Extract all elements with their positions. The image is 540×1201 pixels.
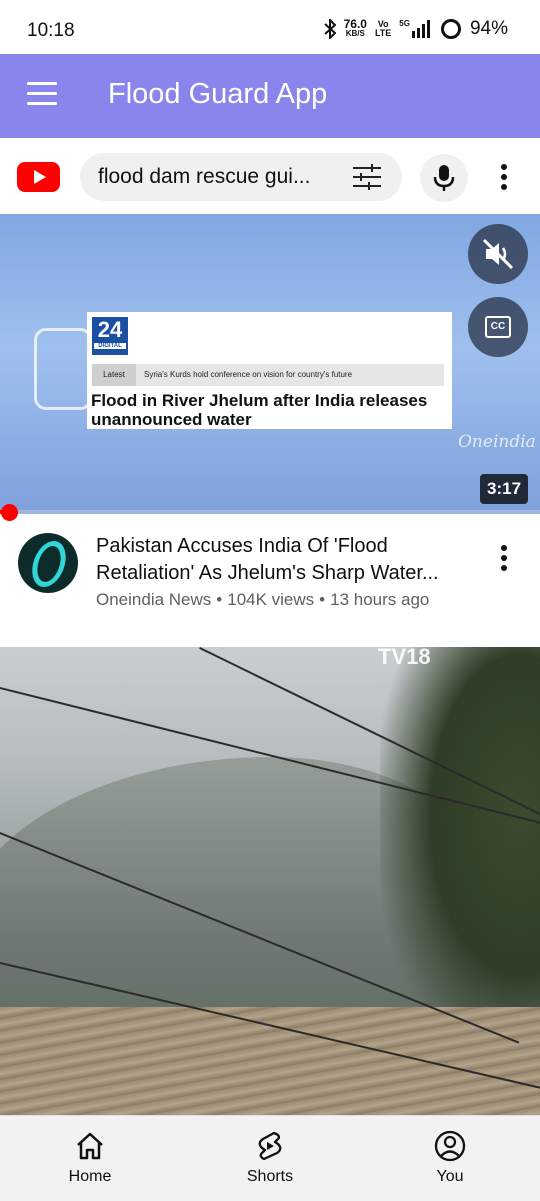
scrubber-handle[interactable]: [1, 504, 18, 521]
shorts-icon: [258, 1131, 282, 1161]
app-title: Flood Guard App: [108, 78, 328, 110]
battery-icon: [440, 19, 461, 39]
network-type: 5G: [399, 18, 410, 28]
video-more-options-icon[interactable]: [494, 543, 514, 573]
more-options-icon[interactable]: [494, 162, 514, 192]
mute-button[interactable]: [468, 224, 528, 284]
bottom-navigation: Home Shorts You: [0, 1115, 540, 1201]
home-icon: [77, 1132, 103, 1160]
flood-water-scene: [0, 1007, 540, 1115]
status-icons: 76.0 KB/S Vo LTE 5G 94%: [323, 17, 508, 40]
separator: •: [216, 590, 223, 609]
upload-age: 13 hours ago: [330, 590, 430, 609]
video-thumbnail[interactable]: 24 DIGITAL Latest Syria's Kurds hold con…: [0, 214, 540, 512]
video-metadata: Oneindia News • 104K views • 13 hours ago: [96, 590, 429, 610]
ticker-text: Syria's Kurds hold conference on vision …: [144, 370, 353, 379]
status-time: 10:18: [27, 20, 75, 41]
decorative-frame: [34, 328, 92, 410]
view-count: 104K views: [227, 590, 315, 609]
video-progress-bar[interactable]: [0, 510, 540, 514]
search-query[interactable]: flood dam rescue gui...: [98, 165, 330, 189]
nav-label-you: You: [436, 1168, 464, 1185]
youtube-logo-icon[interactable]: [17, 162, 60, 192]
nav-home[interactable]: Home: [30, 1116, 150, 1201]
network-speed: 76.0 KB/S: [343, 17, 367, 38]
tv-channel-watermark: TV18: [378, 647, 431, 669]
status-bar: 10:18 76.0 KB/S Vo LTE 5G 94%: [0, 0, 540, 54]
news-headline: Flood in River Jhelum after India releas…: [91, 391, 428, 429]
captions-icon: CC: [485, 316, 511, 338]
channel-watermark: Oneindia: [458, 432, 536, 452]
tree-scene: [380, 647, 540, 1067]
hamburger-menu-icon[interactable]: [27, 82, 57, 108]
video-thumbnail-2[interactable]: TV18: [0, 647, 540, 1115]
voice-search-button[interactable]: [420, 154, 468, 202]
battery-level: 94%: [469, 18, 508, 39]
news-graphic: 24 DIGITAL Latest Syria's Kurds hold con…: [87, 312, 452, 429]
app-bar: Flood Guard App: [0, 54, 540, 138]
microphone-icon: [433, 165, 455, 191]
news-channel-logo: 24 DIGITAL: [92, 317, 128, 355]
video-duration: 3:17: [480, 474, 529, 504]
nav-you[interactable]: You: [390, 1116, 510, 1201]
separator: •: [319, 590, 326, 609]
nav-label-shorts: Shorts: [246, 1168, 294, 1185]
search-input[interactable]: flood dam rescue gui...: [80, 153, 402, 201]
bluetooth-icon: [323, 19, 336, 39]
nav-shorts[interactable]: Shorts: [210, 1116, 330, 1201]
news-ticker: Latest Syria's Kurds hold conference on …: [92, 364, 444, 386]
account-icon: [434, 1130, 466, 1162]
video-title[interactable]: Pakistan Accuses India Of 'Flood Retalia…: [96, 533, 466, 587]
channel-avatar[interactable]: [18, 533, 78, 593]
channel-name[interactable]: Oneindia News: [96, 590, 211, 609]
search-row: flood dam rescue gui...: [0, 138, 540, 214]
captions-button[interactable]: CC: [468, 297, 528, 357]
muted-speaker-icon: [482, 238, 514, 270]
ticker-tag: Latest: [92, 364, 136, 386]
nav-label-home: Home: [68, 1168, 112, 1185]
volte-indicator: Vo LTE: [374, 19, 392, 38]
signal-icon: [411, 20, 430, 38]
filter-icon[interactable]: [352, 164, 382, 190]
